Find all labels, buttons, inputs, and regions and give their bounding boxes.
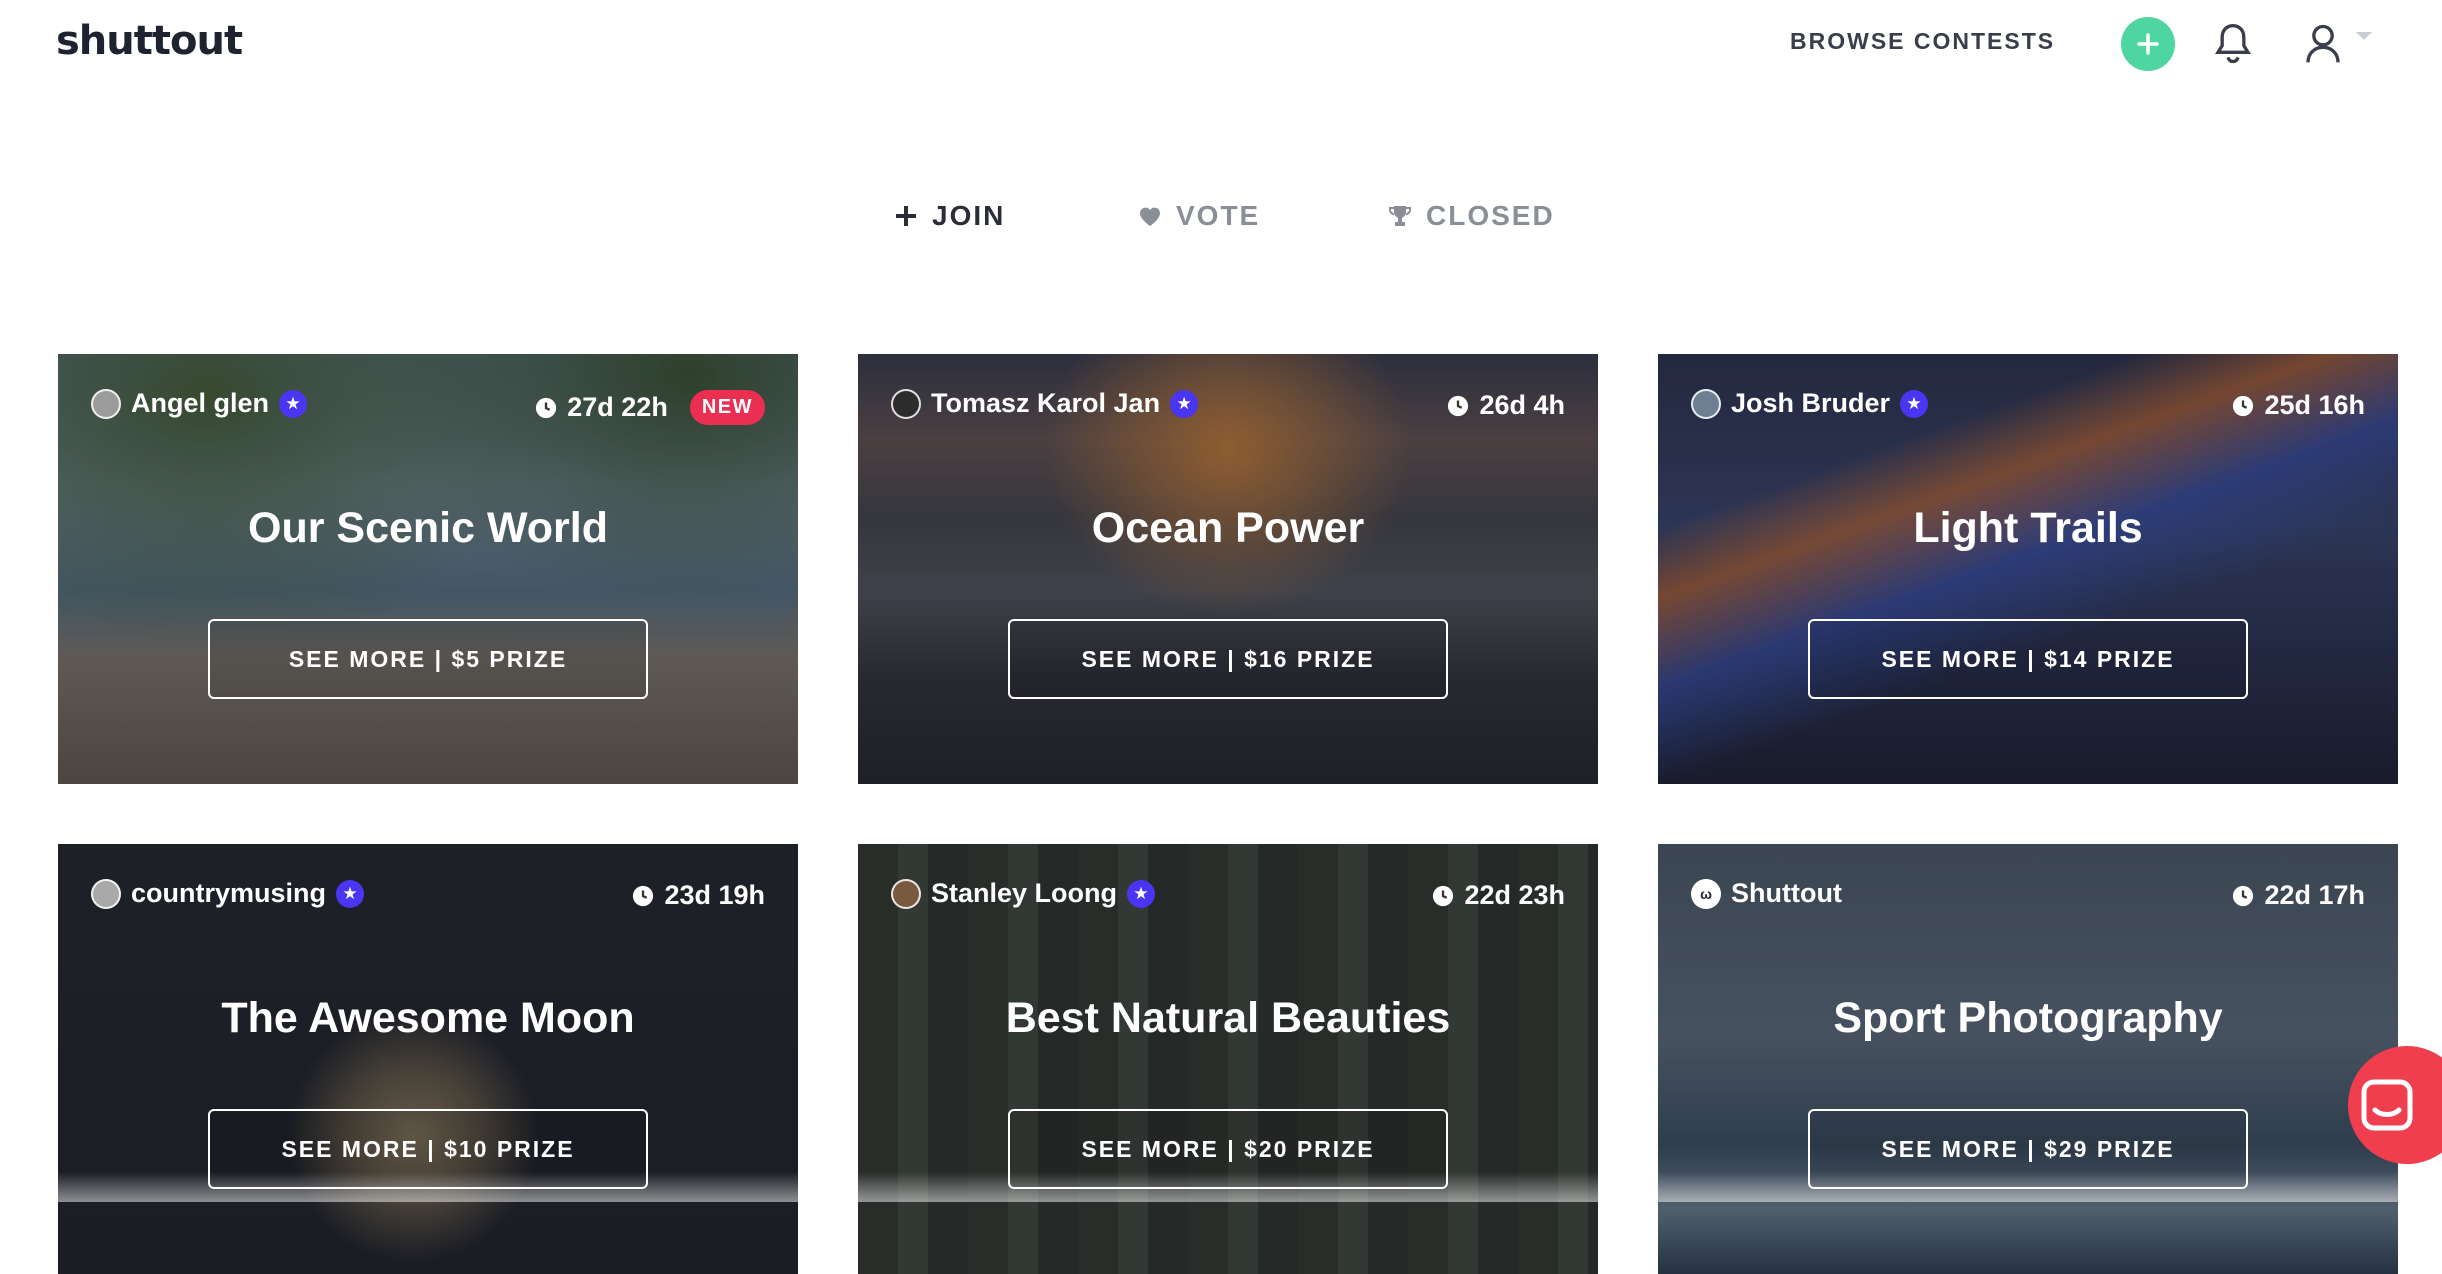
time-left-value: 26d 4h (1479, 390, 1565, 420)
top-navbar: shuttout BROWSE CONTESTS (0, 0, 2442, 90)
verified-star-icon: ★ (1127, 879, 1156, 908)
time-left-value: 23d 19h (664, 880, 765, 910)
owner-name: countrymusing (131, 878, 327, 908)
clock-icon (1433, 885, 1454, 906)
contest-title: The Awesome Moon (221, 994, 635, 1042)
contest-card[interactable]: Josh Bruder ★ 25d 16h Light Trails SEE M… (1658, 354, 2398, 784)
time-left: 22d 17h (2232, 880, 2365, 911)
contest-owner[interactable]: ω Shuttout (1691, 878, 1842, 909)
avatar (1691, 388, 1721, 419)
avatar (91, 388, 121, 419)
plus-icon (2137, 33, 2159, 55)
time-left: 25d 16h (2232, 390, 2365, 421)
time-left-value: 25d 16h (2264, 390, 2365, 420)
add-button[interactable] (2121, 17, 2175, 71)
chevron-down-icon[interactable] (2356, 32, 2372, 40)
browse-contests-link[interactable]: BROWSE CONTESTS (1790, 28, 2055, 55)
contest-owner[interactable]: Josh Bruder ★ (1691, 388, 1929, 419)
time-left-value: 27d 22h (567, 392, 668, 422)
time-left-value: 22d 17h (2264, 880, 2365, 910)
contest-title: Light Trails (1913, 504, 2143, 552)
contest-owner[interactable]: Tomasz Karol Jan ★ (891, 388, 1199, 419)
time-left: 23d 19h (632, 880, 765, 911)
see-more-button[interactable]: SEE MORE | $20 PRIZE (1008, 1109, 1448, 1189)
avatar (891, 878, 921, 909)
verified-star-icon: ★ (1900, 389, 1929, 418)
contest-title: Our Scenic World (248, 504, 608, 552)
shuttout-logo[interactable]: shuttout (56, 18, 243, 64)
owner-name: Shuttout (1731, 878, 1842, 908)
avatar (91, 878, 121, 909)
time-left: 22d 23h (1432, 880, 1565, 911)
trophy-icon (1389, 206, 1411, 226)
clock-icon (1448, 395, 1469, 416)
tab-join[interactable]: JOIN (894, 200, 1005, 232)
new-badge: NEW (689, 390, 765, 425)
see-more-button[interactable]: SEE MORE | $14 PRIZE (1808, 619, 2248, 699)
tab-closed-label: CLOSED (1426, 200, 1555, 231)
contest-owner[interactable]: countrymusing ★ (91, 878, 365, 909)
tab-join-label: JOIN (932, 200, 1006, 231)
contest-tabs: JOIN VOTE CLOSED (0, 200, 2442, 244)
time-left: 27d 22h NEW (535, 390, 765, 425)
verified-star-icon: ★ (1170, 389, 1199, 418)
owner-name: Stanley Loong (931, 878, 1118, 908)
contest-owner[interactable]: Stanley Loong ★ (891, 878, 1156, 909)
see-more-button[interactable]: SEE MORE | $16 PRIZE (1008, 619, 1448, 699)
clock-icon (536, 397, 557, 418)
contest-title: Best Natural Beauties (1005, 994, 1451, 1042)
contest-owner[interactable]: Angel glen ★ (91, 388, 308, 419)
chat-icon (2361, 1079, 2413, 1131)
heart-icon (1140, 207, 1160, 226)
verified-star-icon: ★ (279, 389, 308, 418)
see-more-button[interactable]: SEE MORE | $10 PRIZE (208, 1109, 648, 1189)
owner-name: Tomasz Karol Jan (931, 388, 1161, 418)
clock-icon (2233, 395, 2254, 416)
contest-card[interactable]: Tomasz Karol Jan ★ 26d 4h Ocean Power SE… (858, 354, 1598, 784)
owner-name: Josh Bruder (1731, 388, 1891, 418)
clock-icon (633, 885, 654, 906)
shuttout-avatar-icon: ω (1691, 878, 1721, 909)
bell-icon[interactable] (2213, 22, 2253, 66)
clock-icon (2233, 885, 2254, 906)
see-more-button[interactable]: SEE MORE | $5 PRIZE (208, 619, 648, 699)
verified-star-icon: ★ (336, 879, 365, 908)
contest-card[interactable]: Angel glen ★ 27d 22h NEW Our Scenic Worl… (58, 354, 798, 784)
contest-card[interactable]: Stanley Loong ★ 22d 23h Best Natural Bea… (858, 844, 1598, 1274)
tab-vote[interactable]: VOTE (1138, 200, 1260, 232)
user-icon[interactable] (2303, 22, 2343, 66)
owner-name: Angel glen (131, 388, 270, 418)
avatar (891, 388, 921, 419)
time-left-value: 22d 23h (1464, 880, 1565, 910)
tab-vote-label: VOTE (1176, 200, 1261, 231)
time-left: 26d 4h (1447, 390, 1565, 421)
contest-title: Sport Photography (1833, 994, 2223, 1042)
contest-card[interactable]: ω Shuttout 22d 17h Sport Photography SEE… (1658, 844, 2398, 1274)
tab-closed[interactable]: CLOSED (1388, 200, 1555, 232)
plus-icon (896, 206, 916, 226)
contest-title: Ocean Power (1091, 504, 1365, 552)
contest-card[interactable]: countrymusing ★ 23d 19h The Awesome Moon… (58, 844, 798, 1274)
see-more-button[interactable]: SEE MORE | $29 PRIZE (1808, 1109, 2248, 1189)
